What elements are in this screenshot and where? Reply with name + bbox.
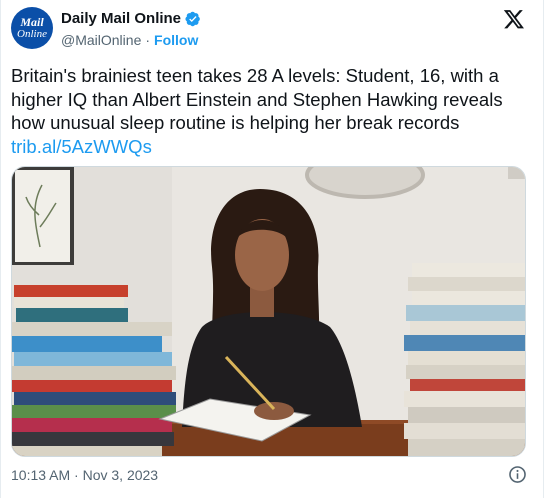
handle-row: @MailOnline · Follow [61,32,198,48]
account-name-row[interactable]: Daily Mail Online [61,10,201,27]
tweet-body: Britain's brainiest teen takes 28 A leve… [11,65,503,133]
tweet-photo[interactable] [11,166,526,457]
avatar-logo-line2: Online [17,28,47,40]
avatar[interactable]: Mail Online [11,7,53,49]
account-handle[interactable]: @MailOnline [61,32,141,48]
follow-button[interactable]: Follow [154,32,198,48]
x-logo-icon[interactable] [503,8,525,30]
verified-badge-icon [185,11,200,26]
separator-dot: · [145,32,151,48]
avatar-logo-line1: Mail [20,15,44,29]
account-name[interactable]: Daily Mail Online [61,10,181,27]
tweet-link[interactable]: trib.al/5AzWWQs [11,135,526,159]
info-icon[interactable] [508,465,527,484]
tweet-text-block: Britain's brainiest teen takes 28 A leve… [11,64,526,158]
tweet-card: Mail Online Daily Mail Online @MailOnlin… [0,0,544,498]
photo-illustration [12,167,525,456]
tweet-timestamp[interactable]: 10:13 AM · Nov 3, 2023 [11,467,158,483]
